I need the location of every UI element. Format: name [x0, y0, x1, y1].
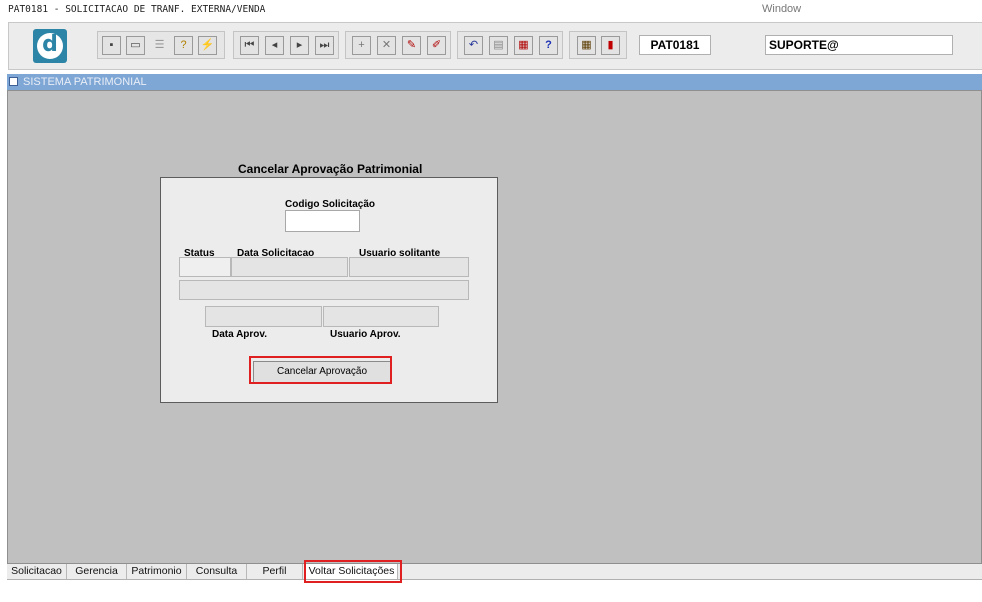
tab-gerencia[interactable]: Gerencia [67, 564, 127, 579]
tab-consulta[interactable]: Consulta [187, 564, 247, 579]
execute-query-icon[interactable]: ⚡ [198, 36, 217, 55]
delete-record-icon[interactable]: ✕ [377, 36, 396, 55]
next-record-icon[interactable]: ▸ [290, 36, 309, 55]
insert-record-icon[interactable]: + [352, 36, 371, 55]
codigo-label: Codigo Solicitação [285, 199, 376, 210]
window-system-icon[interactable] [9, 77, 18, 86]
system-bar: SISTEMA PATRIMONIAL [7, 74, 982, 90]
tab-perfil[interactable]: Perfil [247, 564, 303, 579]
copy-icon[interactable]: ▤ [489, 36, 508, 55]
status-field[interactable] [179, 257, 231, 277]
system-name: SISTEMA PATRIMONIAL [23, 76, 147, 88]
bottom-tabs: Solicitacao Gerencia Patrimonio Consulta… [7, 564, 982, 580]
toolbar-group-file: ▪ ▭ ☰ ? ⚡ [97, 31, 225, 59]
usuario-aprov-label: Usuario Aprov. [330, 329, 401, 340]
data-aprov-field[interactable] [205, 306, 322, 327]
form-code: PAT0181 [639, 35, 711, 55]
toolbar-group-tools: ▦ ▮ [569, 31, 627, 59]
paste-icon[interactable]: ▦ [514, 36, 533, 55]
exit-icon[interactable]: ▮ [601, 36, 620, 55]
highlight-voltar-tab [304, 560, 402, 583]
descricao-field[interactable] [179, 280, 469, 300]
app-logo: d [33, 29, 67, 63]
title-bar: PAT0181 - SOLICITACAO DE TRANF. EXTERNA/… [0, 0, 982, 18]
last-record-icon[interactable]: ⏭ [315, 36, 334, 55]
window-menu[interactable]: Window [762, 3, 801, 15]
edit-icon[interactable]: ✎ [402, 36, 421, 55]
tab-solicitacao[interactable]: Solicitacao [7, 564, 67, 579]
codigo-solicitacao-input[interactable] [285, 210, 360, 232]
form-title: Cancelar Aprovação Patrimonial [238, 162, 423, 176]
print-icon[interactable]: ☰ [150, 36, 169, 55]
calculator-icon[interactable]: ▦ [577, 36, 596, 55]
save-icon[interactable]: ▪ [102, 36, 121, 55]
first-record-icon[interactable]: ⏮ [240, 36, 259, 55]
data-solicitacao-field[interactable] [231, 257, 348, 277]
tab-patrimonio[interactable]: Patrimonio [127, 564, 187, 579]
undo-icon[interactable]: ↶ [464, 36, 483, 55]
toolbar-group-navigation: ⏮ ◂ ▸ ⏭ [233, 31, 339, 59]
window-title: PAT0181 - SOLICITACAO DE TRANF. EXTERNA/… [8, 4, 266, 15]
toolbar-group-records: + ✕ ✎ ✐ [345, 31, 451, 59]
toolbar: d ▪ ▭ ☰ ? ⚡ ⏮ ◂ ▸ ⏭ + ✕ ✎ ✐ ↶ ▤ ▦ ? ▦ ▮ … [8, 22, 982, 70]
help-icon[interactable]: ? [539, 36, 558, 55]
logo-letter: d [37, 33, 63, 59]
highlight-cancel-button [249, 356, 392, 384]
usuario-solicitante-field[interactable] [349, 257, 469, 277]
current-user: SUPORTE@ [765, 35, 953, 55]
clear-icon[interactable]: ✐ [427, 36, 446, 55]
toolbar-group-edit: ↶ ▤ ▦ ? [457, 31, 563, 59]
query-icon[interactable]: ? [174, 36, 193, 55]
usuario-aprov-field[interactable] [323, 306, 439, 327]
previous-record-icon[interactable]: ◂ [265, 36, 284, 55]
window-icon[interactable]: ▭ [126, 36, 145, 55]
data-aprov-label: Data Aprov. [212, 329, 268, 340]
